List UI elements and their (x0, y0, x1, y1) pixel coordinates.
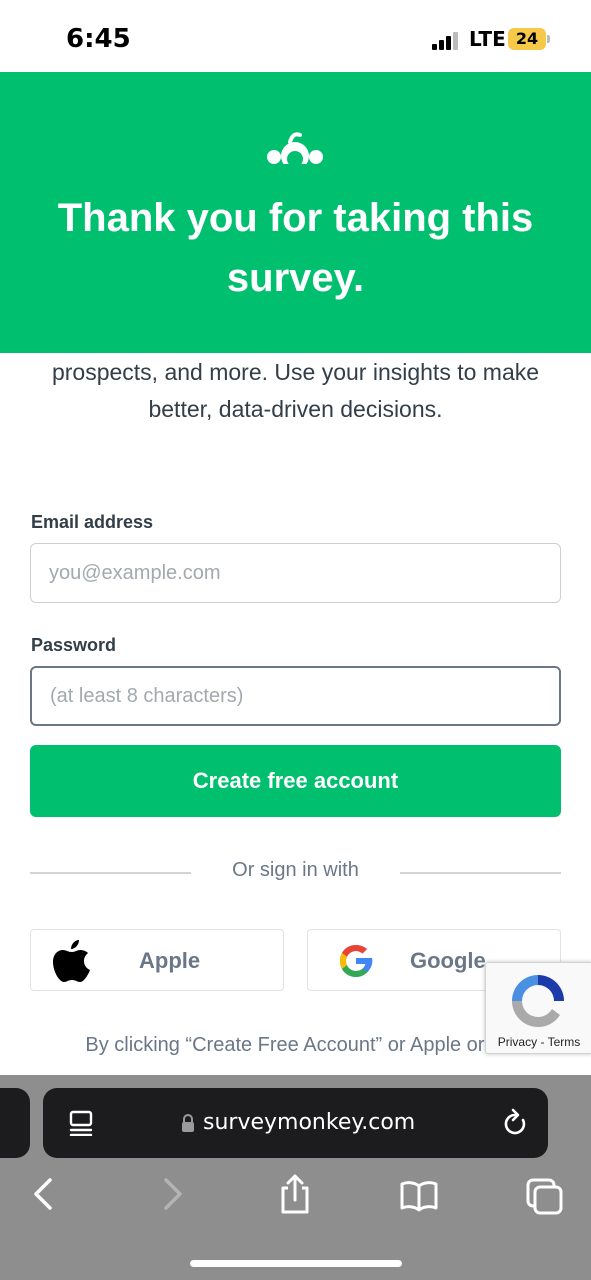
recaptcha-links: Privacy - Terms (486, 1035, 591, 1049)
google-icon (340, 945, 373, 977)
divider-right (400, 872, 561, 874)
intro-text: prospects, and more. Use your insights t… (51, 359, 540, 422)
password-label: Password (31, 635, 117, 655)
previous-tab-preview[interactable] (0, 1088, 30, 1158)
battery-level: 24 (515, 29, 539, 48)
surveymonkey-logo-icon (264, 132, 326, 172)
recaptcha-separator: - (537, 1035, 548, 1049)
email-label: Email address (31, 512, 154, 532)
apple-label: Apple (139, 948, 201, 973)
forward-icon[interactable] (152, 1172, 192, 1216)
battery-icon: 24 (508, 28, 550, 50)
apple-sign-in-button[interactable]: Apple (30, 929, 284, 991)
page-title: Thank you for taking this survey. (57, 196, 534, 300)
divider-left (30, 872, 191, 874)
reload-icon[interactable] (501, 1108, 529, 1138)
create-account-button[interactable]: Create free account (30, 745, 561, 817)
status-bar: 6:45 LTE 24 (0, 0, 591, 72)
home-indicator (190, 1260, 402, 1267)
network-type: LTE (469, 27, 506, 51)
address-bar[interactable]: surveymonkey.com (43, 1088, 548, 1158)
recaptcha-terms-link[interactable]: Terms (548, 1035, 581, 1049)
recaptcha-icon (512, 975, 564, 1028)
share-icon[interactable] (275, 1172, 315, 1216)
signal-strength-icon (432, 30, 462, 50)
bookmarks-icon[interactable] (399, 1172, 439, 1216)
page-menu-icon[interactable] (67, 1110, 95, 1136)
google-label: Google (410, 948, 486, 973)
or-sign-in-text: Or sign in with (232, 859, 359, 881)
status-time: 6:45 (66, 24, 131, 54)
back-icon[interactable] (24, 1172, 64, 1216)
url-text: surveymonkey.com (203, 1110, 416, 1135)
recaptcha-badge[interactable]: Privacy - Terms (485, 962, 591, 1054)
apple-icon (53, 940, 90, 982)
password-field[interactable] (30, 666, 561, 726)
tabs-icon[interactable] (525, 1172, 565, 1216)
recaptcha-privacy-link[interactable]: Privacy (498, 1035, 537, 1049)
lock-icon (182, 1114, 194, 1132)
email-field[interactable] (30, 543, 561, 603)
